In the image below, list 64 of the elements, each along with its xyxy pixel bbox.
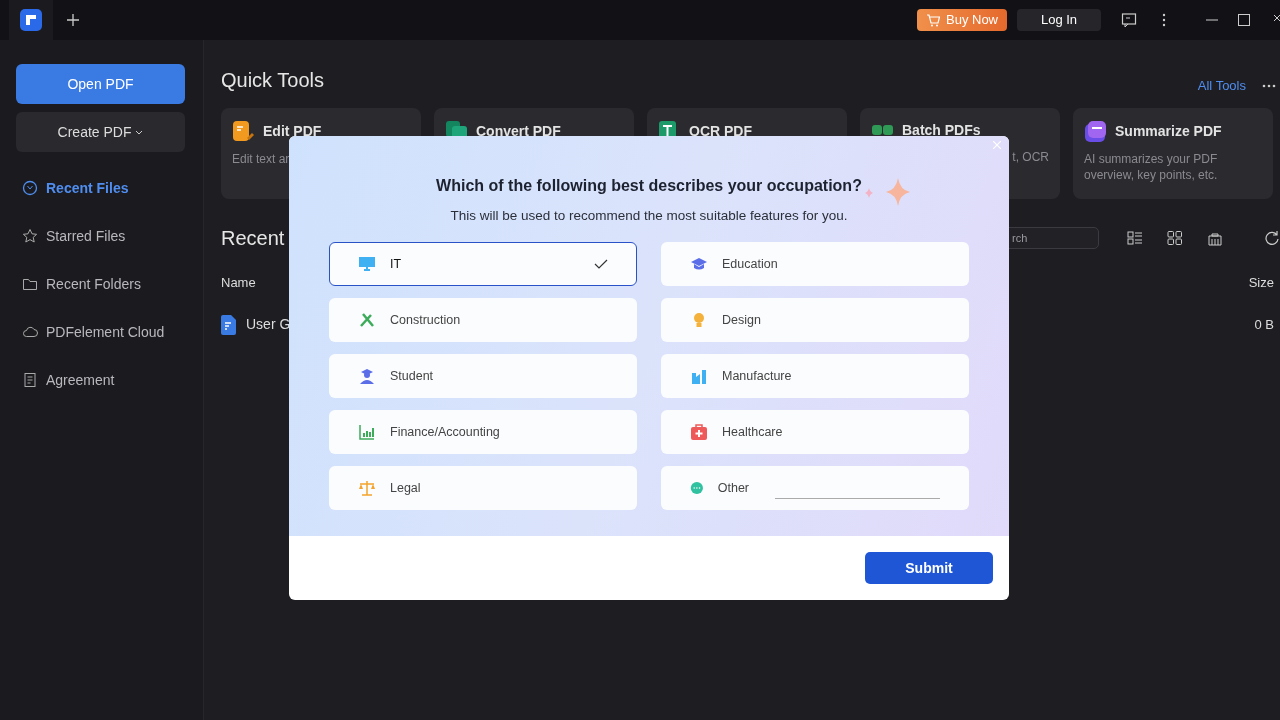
sidebar-item[interactable]: PDFelement Cloud [16, 308, 187, 356]
occupation-option[interactable]: IT [329, 242, 637, 287]
occupation-option[interactable]: Student [329, 354, 637, 399]
checkmark-icon [594, 259, 608, 270]
more-icon[interactable] [1262, 83, 1276, 88]
scale-icon [358, 479, 376, 498]
batch-pdf-icon [871, 124, 894, 136]
sidebar-item[interactable]: Recent Files [16, 164, 187, 212]
sidebar-item[interactable]: Agreement [16, 356, 187, 404]
column-header: Name [221, 273, 256, 292]
all-tools-link[interactable]: All Tools [1197, 76, 1246, 96]
star-icon [22, 228, 38, 244]
file-size: 0 B [1254, 315, 1274, 334]
list-view-icon[interactable] [1127, 229, 1143, 246]
student-icon [358, 367, 376, 386]
tool-description: t, OCR [1011, 148, 1049, 165]
sidebar-item[interactable]: Recent Folders [16, 260, 187, 308]
dialog-subtitle: This will be used to recommend the most suitable features for you. [449, 207, 849, 225]
occupation-option[interactable]: Healthcare [661, 410, 969, 455]
clock-icon [22, 180, 38, 196]
cart-icon [926, 13, 940, 27]
folder-icon [22, 276, 38, 292]
maximize-icon[interactable] [1238, 12, 1250, 28]
file-name[interactable]: User G [246, 314, 291, 335]
cloud-icon [22, 324, 38, 340]
chevron-down-icon [135, 129, 144, 136]
submit-button[interactable]: Submit [865, 552, 993, 584]
column-header: Size [1248, 273, 1274, 292]
tool-description: Edit text ar [232, 150, 291, 167]
occupation-option[interactable]: Finance/Accounting [329, 410, 637, 455]
create-pdf-button[interactable]: Create PDF [16, 112, 185, 152]
tool-title: Edit PDF [263, 121, 322, 141]
occupation-option[interactable]: Education [661, 242, 969, 287]
tool-title: Batch PDFs [902, 120, 981, 140]
section-title: Recent [221, 225, 285, 251]
edit-pdf-icon [232, 119, 255, 143]
tool-card[interactable]: Summarize PDF AI summarizes your PDF overview, key points, etc. [1073, 107, 1273, 199]
tool-title: Summarize PDF [1115, 121, 1222, 141]
app-logo-icon[interactable] [20, 9, 42, 31]
tool-description: AI summarizes your PDF overview, key points, etc. [1084, 150, 1219, 183]
dialog-title: Which of the following best describes your occupation? [436, 176, 862, 196]
occupation-option[interactable]: Other [661, 466, 969, 511]
tool-title: OCR PDF [689, 121, 752, 141]
monitor-icon [358, 255, 376, 274]
occupation-option[interactable]: Construction [329, 298, 637, 343]
add-tab-icon[interactable] [66, 13, 80, 27]
more-icon[interactable] [1162, 12, 1166, 28]
tool-title: Convert PDF [476, 121, 561, 141]
open-pdf-button[interactable]: Open PDF [16, 64, 185, 104]
grid-view-icon[interactable] [1167, 229, 1183, 246]
refresh-icon[interactable] [1264, 229, 1280, 246]
occupation-option[interactable]: Manufacture [661, 354, 969, 399]
sidebar-item[interactable]: Starred Files [16, 212, 187, 260]
section-title: Quick Tools [221, 67, 324, 93]
factory-icon [690, 367, 708, 386]
document-icon [22, 372, 38, 388]
log-in-button[interactable]: Log In [1017, 9, 1101, 31]
occupation-option[interactable]: Design [661, 298, 969, 343]
summarize-icon [1084, 119, 1107, 143]
first-aid-kit-icon [690, 423, 708, 442]
file-icon [221, 314, 236, 335]
feedback-icon[interactable] [1121, 12, 1137, 28]
bar-chart-icon [358, 423, 376, 442]
occupation-option[interactable]: Legal [329, 466, 637, 511]
